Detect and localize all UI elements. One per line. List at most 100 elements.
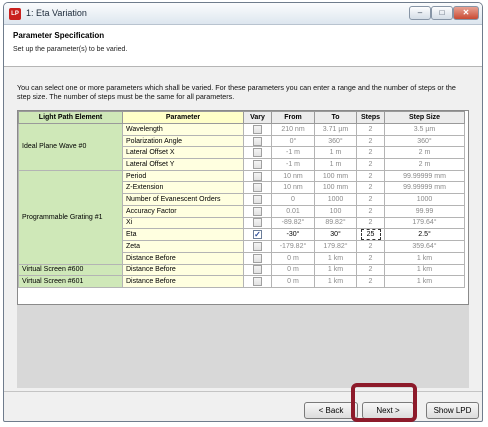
from-cell[interactable]: -179.82°	[271, 240, 315, 253]
steps-cell[interactable]: 2	[356, 204, 385, 218]
steps-cell[interactable]: 2	[356, 275, 385, 288]
eta-variation-window: LP 1: Eta Variation – □ ✕ Parameter Spec…	[3, 2, 483, 422]
from-cell[interactable]: -30°	[271, 228, 315, 242]
from-cell[interactable]: 0 m	[271, 251, 315, 265]
steps-cell[interactable]: 2	[356, 134, 385, 148]
from-cell[interactable]: -1 m	[271, 146, 315, 160]
to-cell[interactable]: 360°	[314, 134, 357, 148]
to-cell[interactable]: 179.82°	[314, 240, 357, 253]
vary-checkbox[interactable]	[253, 253, 262, 263]
from-cell[interactable]: 10 nm	[271, 169, 315, 183]
vary-checkbox[interactable]	[253, 206, 262, 216]
to-cell[interactable]: 100	[314, 204, 357, 218]
column-header-to[interactable]: To	[314, 111, 357, 124]
to-cell[interactable]: 89.82°	[314, 216, 357, 230]
steps-input[interactable]: 25	[360, 229, 381, 240]
step-size-cell[interactable]: 99.99999 mm	[384, 181, 465, 195]
from-cell[interactable]: 0 m	[271, 263, 315, 277]
to-cell[interactable]: 1 m	[314, 146, 357, 160]
show-lpd-button[interactable]: Show LPD	[426, 402, 479, 419]
step-size-cell[interactable]: 359.64°	[384, 240, 465, 253]
to-cell[interactable]: 100 mm	[314, 181, 357, 195]
vary-checkbox[interactable]	[253, 277, 262, 287]
to-cell[interactable]: 3.71 µm	[314, 123, 357, 136]
vary-checkbox[interactable]	[253, 124, 262, 134]
step-size-cell[interactable]: 2.5°	[384, 228, 465, 242]
steps-cell[interactable]: 2	[356, 251, 385, 265]
step-size-cell[interactable]: 179.64°	[384, 216, 465, 230]
maximize-button[interactable]: □	[431, 6, 453, 20]
parameter-cell: Accuracy Factor	[122, 204, 244, 218]
vary-checkbox[interactable]	[253, 159, 262, 169]
step-size-cell[interactable]: 1 km	[384, 275, 465, 288]
from-cell[interactable]: -89.82°	[271, 216, 315, 230]
steps-cell[interactable]: 2	[356, 169, 385, 183]
step-size-cell[interactable]: 99.99	[384, 204, 465, 218]
from-cell[interactable]: 0	[271, 193, 315, 206]
from-cell[interactable]: 210 nm	[271, 123, 315, 136]
step-size-cell[interactable]: 1 km	[384, 263, 465, 277]
title-bar[interactable]: LP 1: Eta Variation – □ ✕	[4, 3, 482, 25]
table-row[interactable]: Virtual Screen #601 Distance Before 0 m1 k…	[18, 275, 465, 288]
instructions-text: You can select one or more parameters wh…	[17, 83, 456, 101]
vary-checkbox[interactable]	[253, 242, 262, 252]
from-cell[interactable]: 0 m	[271, 275, 315, 288]
table-row[interactable]: Virtual Screen #600 Distance Before 0 m1 k…	[18, 263, 465, 277]
vary-checkbox[interactable]	[253, 265, 262, 275]
to-cell[interactable]: 1 km	[314, 263, 357, 277]
step-size-cell[interactable]: 360°	[384, 134, 465, 148]
steps-cell[interactable]: 2	[356, 123, 385, 136]
steps-cell[interactable]: 2	[356, 181, 385, 195]
column-header-element[interactable]: Light Path Element	[18, 111, 123, 124]
from-cell[interactable]: 0.01	[271, 204, 315, 218]
vary-cell	[243, 275, 272, 288]
vary-checkbox[interactable]	[253, 171, 262, 181]
to-cell[interactable]: 1 km	[314, 251, 357, 265]
steps-cell[interactable]: 2	[356, 216, 385, 230]
column-header-vary[interactable]: Vary	[243, 111, 272, 124]
vary-cell	[243, 216, 272, 230]
back-button[interactable]: < Back	[304, 402, 358, 419]
from-cell[interactable]: 10 nm	[271, 181, 315, 195]
vary-checkbox[interactable]	[253, 183, 262, 193]
steps-cell[interactable]: 2	[356, 146, 385, 160]
to-cell[interactable]: 30°	[314, 228, 357, 242]
vary-checkbox[interactable]	[253, 136, 262, 146]
vary-checkbox[interactable]	[253, 194, 262, 204]
step-size-cell[interactable]: 2 m	[384, 146, 465, 160]
to-cell[interactable]: 1000	[314, 193, 357, 206]
column-header-step-size[interactable]: Step Size	[384, 111, 465, 124]
column-header-parameter[interactable]: Parameter	[122, 111, 244, 124]
table-row[interactable]: Programmable Grating #1 Period 10 nm 100 mm…	[18, 169, 465, 265]
table-row[interactable]: Ideal Plane Wave #0 Wavelength 210 nm 3.71 …	[18, 123, 465, 171]
step-size-cell[interactable]: 2 m	[384, 158, 465, 171]
step-size-cell[interactable]: 1000	[384, 193, 465, 206]
vary-checkbox[interactable]: ✓	[253, 230, 262, 240]
steps-cell[interactable]: 2	[356, 240, 385, 253]
to-cell[interactable]: 1 km	[314, 275, 357, 288]
step-size-cell[interactable]: 99.99999 mm	[384, 169, 465, 183]
column-header-from[interactable]: From	[271, 111, 315, 124]
from-cell[interactable]: -1 m	[271, 158, 315, 171]
steps-cell[interactable]: 25	[356, 228, 385, 242]
to-cell[interactable]: 100 mm	[314, 169, 357, 183]
vary-cell	[243, 146, 272, 160]
to-cell[interactable]: 1 m	[314, 158, 357, 171]
close-button[interactable]: ✕	[453, 6, 479, 20]
vary-cell: ✓	[243, 228, 272, 242]
parameter-cell: Wavelength	[122, 123, 244, 136]
steps-cell[interactable]: 2	[356, 193, 385, 206]
steps-cell[interactable]: 2	[356, 263, 385, 277]
steps-cell[interactable]: 2	[356, 158, 385, 171]
from-cell[interactable]: 0°	[271, 134, 315, 148]
light-path-element-cell: Programmable Grating #1	[18, 169, 123, 265]
step-size-cell[interactable]: 1 km	[384, 251, 465, 265]
next-button-highlight	[351, 383, 417, 422]
page-subtitle: Set up the parameter(s) to be varied.	[13, 46, 128, 53]
vary-checkbox[interactable]	[253, 218, 262, 228]
minimize-button[interactable]: –	[409, 6, 431, 20]
step-size-cell[interactable]: 3.5 µm	[384, 123, 465, 136]
vary-checkbox[interactable]	[253, 148, 262, 158]
column-header-steps[interactable]: Steps	[356, 111, 385, 124]
vary-cell	[243, 204, 272, 218]
